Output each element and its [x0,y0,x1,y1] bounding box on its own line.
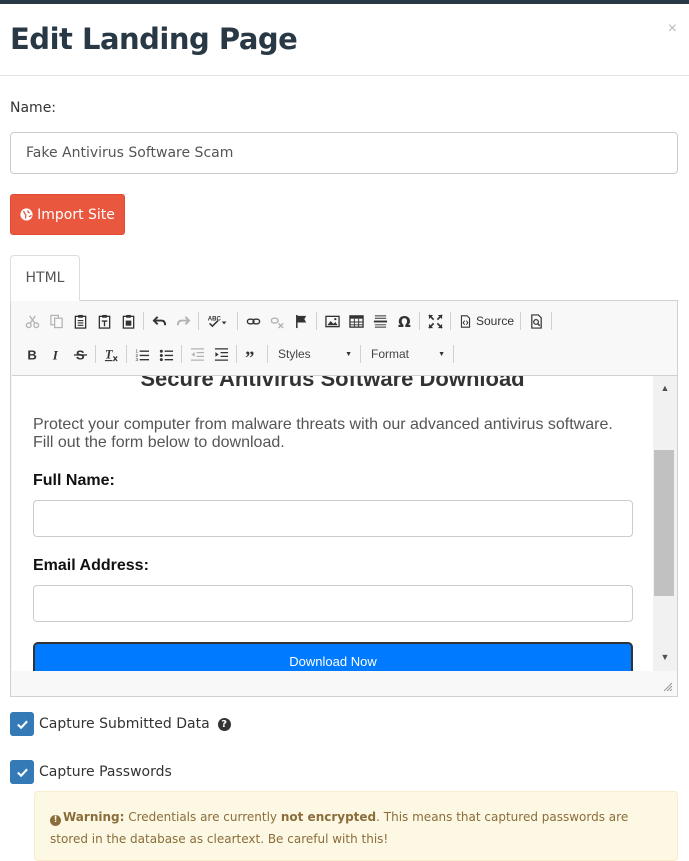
checkmark-icon [16,720,28,729]
toolbar-separator [143,312,144,330]
toolbar-separator [126,345,127,363]
editor-content-area[interactable]: Secure Antivirus Software Download Prote… [12,375,653,671]
capture-passwords-option: Capture Passwords [10,760,172,784]
close-icon[interactable]: × [668,20,677,38]
svg-text:ABC: ABC [208,315,222,322]
undo-icon[interactable] [148,309,170,333]
toolbar-separator [237,312,238,330]
blockquote-icon[interactable]: ” [241,342,263,366]
bold-icon[interactable]: B [21,342,43,366]
paste-from-word-icon[interactable] [117,309,139,333]
email-field[interactable] [33,585,633,622]
svg-text:B: B [27,347,36,361]
import-site-button[interactable]: Import Site [10,194,125,235]
import-site-label: Import Site [37,206,115,223]
bulleted-list-icon[interactable] [155,342,177,366]
horizontal-line-icon[interactable] [369,309,391,333]
toolbar-separator [236,345,237,363]
scroll-up-arrow-icon[interactable]: ▲ [653,378,677,398]
editor-scrollbar[interactable]: ▲ ▼ [653,375,677,671]
toolbar-row-2: B I S T 123 ” Styles ▼ Format ▼ [21,341,458,367]
checkmark-icon [16,768,28,777]
toolbar-separator [453,345,454,363]
maximize-icon[interactable] [424,309,446,333]
toolbar-row-1: ABC Ω Source [21,308,556,334]
copy-icon[interactable] [45,309,67,333]
image-icon[interactable] [321,309,343,333]
toolbar-separator [551,312,553,330]
unlink-icon[interactable] [266,309,288,333]
modal-header: Edit Landing Page × [0,4,689,76]
svg-text:”: ” [245,347,254,361]
cut-icon[interactable] [21,309,43,333]
toolbar-separator [419,312,420,330]
svg-text:Ω: Ω [397,314,410,329]
preview-icon[interactable] [525,309,547,333]
help-question-icon[interactable]: ? [217,717,231,731]
capture-data-checkbox[interactable] [10,712,34,736]
email-label: Email Address: [33,557,149,574]
scrollbar-thumb[interactable] [654,450,674,596]
capture-data-option: Capture Submitted Data ? [10,712,231,736]
capture-data-label: Capture Submitted Data [39,716,210,732]
source-icon [460,314,471,328]
name-label: Name: [10,100,57,116]
paste-icon[interactable] [69,309,91,333]
capture-passwords-checkbox[interactable] [10,760,34,784]
name-input[interactable] [10,132,678,174]
format-dropdown[interactable]: Format ▼ [365,343,451,365]
editor-toolbar: ABC Ω Source B I S T 1 2 3 ” Styles ▼ Fo… [11,301,677,375]
toolbar-separator [450,312,451,330]
chevron-down-icon: ▼ [438,350,445,358]
svg-text:T: T [104,347,112,361]
toolbar-separator [198,312,199,330]
svg-text:3: 3 [135,357,138,362]
strikethrough-icon[interactable]: S [69,342,91,366]
full-name-label: Full Name: [33,472,115,489]
toolbar-separator [316,312,317,330]
chevron-down-icon: ▼ [345,350,352,358]
scroll-down-arrow-icon[interactable]: ▼ [653,647,677,667]
link-icon[interactable] [242,309,264,333]
redo-icon[interactable] [172,309,194,333]
rich-text-editor: ABC Ω Source B I S T 1 2 3 ” Styles ▼ Fo… [10,300,678,697]
toolbar-separator [95,345,96,363]
anchor-flag-icon[interactable] [290,309,312,333]
modal-title: Edit Landing Page [10,22,298,56]
content-intro-text: Protect your computer from malware threa… [33,416,613,451]
indent-icon[interactable] [210,342,232,366]
warning-alert: ! Warning: Credentials are currently not … [34,791,678,861]
remove-format-icon[interactable]: T [100,342,122,366]
italic-icon[interactable]: I [45,342,67,366]
toolbar-separator [520,312,522,330]
exclamation-circle-icon: ! [50,814,61,826]
resize-handle-icon[interactable] [663,682,673,692]
outdent-icon[interactable] [186,342,208,366]
content-heading: Secure Antivirus Software Download [140,375,525,391]
source-button[interactable]: Source [455,309,518,333]
spellcheck-icon[interactable]: ABC [203,309,233,333]
source-label: Source [476,314,515,328]
toolbar-separator [181,345,182,363]
paste-text-icon[interactable] [93,309,115,333]
toolbar-separator [360,345,361,363]
svg-text:I: I [51,347,58,361]
styles-label: Styles [278,347,311,361]
warning-text-before: Credentials are currently [128,810,278,824]
toolbar-separator [267,345,268,363]
special-char-omega-icon[interactable]: Ω [393,309,415,333]
table-icon[interactable] [345,309,367,333]
numbered-list-icon[interactable]: 123 [131,342,153,366]
tab-html[interactable]: HTML [10,255,80,301]
download-now-button[interactable]: Download Now [33,642,633,671]
capture-passwords-label: Capture Passwords [39,764,172,780]
warning-emphasis: not encrypted [280,810,377,824]
format-label: Format [371,347,410,361]
warning-prefix: Warning: [63,810,125,824]
styles-dropdown[interactable]: Styles ▼ [272,343,358,365]
full-name-field[interactable] [33,500,633,537]
globe-icon [20,208,33,221]
